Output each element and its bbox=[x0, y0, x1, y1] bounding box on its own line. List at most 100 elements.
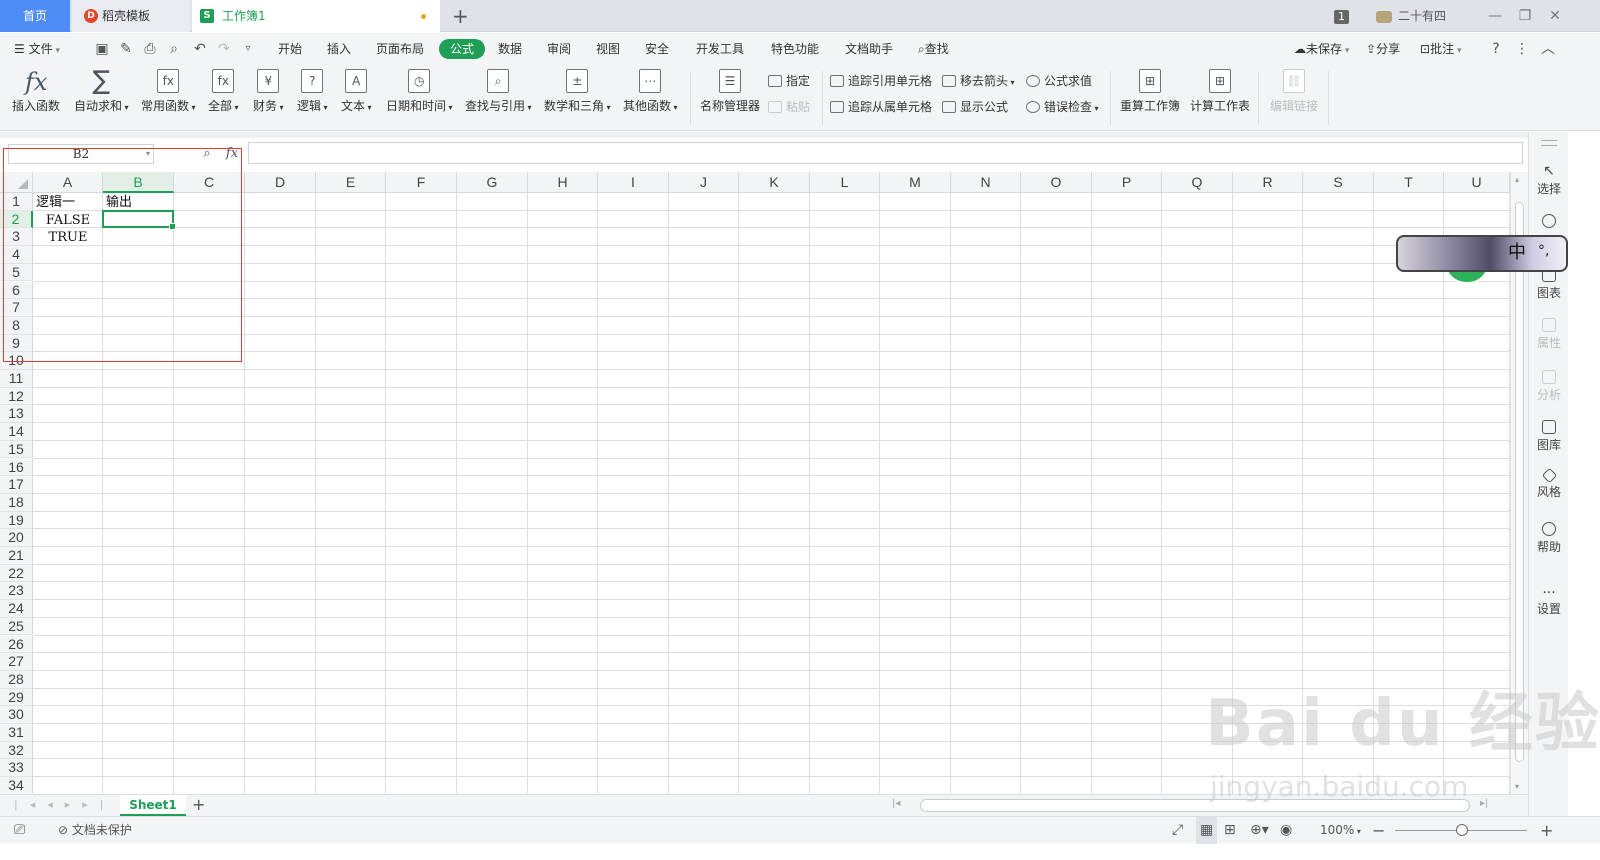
menu-security[interactable]: 安全 bbox=[645, 33, 669, 65]
zoom-in-icon[interactable]: + bbox=[1540, 817, 1553, 844]
column-header-J[interactable]: J bbox=[669, 172, 739, 193]
menu-formula[interactable]: 公式 bbox=[439, 39, 486, 59]
row-header-13[interactable]: 13 bbox=[0, 405, 33, 424]
row-header-24[interactable]: 24 bbox=[0, 600, 33, 618]
column-header-G[interactable]: G bbox=[457, 172, 528, 193]
zoom-slider-knob[interactable] bbox=[1456, 824, 1468, 836]
ime-punct-icon[interactable]: °, bbox=[1538, 243, 1549, 259]
save-icon[interactable]: ▣ bbox=[94, 41, 110, 57]
help-icon[interactable]: ? bbox=[1488, 41, 1504, 57]
row-header-12[interactable]: 12 bbox=[0, 387, 33, 406]
other-functions-button[interactable]: ⋯ 其他函数 ▾ bbox=[623, 69, 678, 114]
minimize-icon[interactable]: — bbox=[1480, 0, 1510, 32]
page-break-view-icon[interactable]: ⊞ bbox=[1224, 817, 1236, 844]
column-header-K[interactable]: K bbox=[739, 172, 810, 193]
scroll-right-icon[interactable]: ▸| bbox=[1480, 798, 1488, 809]
zoom-out-icon[interactable]: − bbox=[1372, 817, 1385, 844]
row-header-29[interactable]: 29 bbox=[0, 688, 33, 707]
side-settings[interactable]: ··· 设置 bbox=[1529, 586, 1569, 617]
insert-function-button[interactable]: fx 插入函数 bbox=[12, 69, 60, 114]
ime-floating-bar[interactable]: 中 °, bbox=[1396, 235, 1568, 272]
share-button[interactable]: ⇪分享 bbox=[1366, 33, 1400, 65]
sheet-nav-arrows-icon[interactable]: |◂◂▸▸| bbox=[14, 798, 116, 811]
customize-toolbar-icon[interactable]: ▿ bbox=[240, 41, 256, 57]
add-sheet-icon[interactable]: + bbox=[192, 795, 205, 815]
row-header-27[interactable]: 27 bbox=[0, 653, 33, 671]
row-header-17[interactable]: 17 bbox=[0, 476, 33, 494]
column-header-D[interactable]: D bbox=[245, 172, 316, 193]
recalculate-workbook-button[interactable]: ⊞ 重算工作簿 bbox=[1120, 69, 1180, 114]
row-header-32[interactable]: 32 bbox=[0, 741, 33, 760]
zoom-level[interactable]: 100% ▾ bbox=[1320, 817, 1361, 845]
window-count[interactable]: 1 bbox=[1334, 0, 1349, 32]
autosum-button[interactable]: ∑ 自动求和 ▾ bbox=[74, 68, 129, 114]
menu-doc-assistant[interactable]: 文档助手 bbox=[845, 33, 893, 65]
column-header-L[interactable]: L bbox=[810, 172, 880, 193]
text-functions-button[interactable]: A 文本 ▾ bbox=[341, 69, 372, 114]
user-account[interactable]: 二十有四 bbox=[1376, 0, 1446, 32]
eye-protect-icon[interactable]: ◉ bbox=[1280, 817, 1292, 844]
row-header-19[interactable]: 19 bbox=[0, 511, 33, 530]
tab-home[interactable]: 首页 bbox=[0, 0, 70, 32]
sheet-tab-sheet1[interactable]: Sheet1 bbox=[120, 795, 186, 816]
row-header-20[interactable]: 20 bbox=[0, 529, 33, 547]
row-header-14[interactable]: 14 bbox=[0, 423, 33, 441]
finance-functions-button[interactable]: ¥ 财务 ▾ bbox=[253, 69, 284, 114]
search-button[interactable]: ⌕查找 bbox=[918, 33, 949, 65]
print-icon[interactable]: ⎙ bbox=[142, 41, 158, 57]
comment-button[interactable]: ⊡批注 ▾ bbox=[1420, 33, 1461, 67]
redo-icon[interactable]: ↷ bbox=[216, 41, 232, 57]
column-header-T[interactable]: T bbox=[1374, 172, 1444, 193]
evaluate-formula-button[interactable]: 公式求值 bbox=[1026, 73, 1092, 89]
scroll-up-icon[interactable]: ▴ bbox=[1515, 175, 1519, 184]
calculate-sheet-button[interactable]: ⊞ 计算工作表 bbox=[1190, 69, 1250, 114]
more-icon[interactable]: ⋮ bbox=[1514, 41, 1530, 57]
row-header-34[interactable]: 34 bbox=[0, 777, 33, 794]
common-functions-button[interactable]: fx 常用函数 ▾ bbox=[141, 69, 196, 114]
side-style[interactable]: 风格 bbox=[1529, 467, 1569, 500]
macro-record-icon[interactable]: ⎚ bbox=[14, 817, 25, 844]
tab-workbook[interactable]: S 工作簿1 bbox=[192, 0, 440, 32]
row-header-26[interactable]: 26 bbox=[0, 635, 33, 654]
column-header-E[interactable]: E bbox=[316, 172, 386, 193]
file-menu[interactable]: ☰ 文件 ▾ bbox=[14, 33, 60, 67]
column-header-R[interactable]: R bbox=[1233, 172, 1303, 193]
menu-developer[interactable]: 开发工具 bbox=[696, 33, 744, 65]
collapse-ribbon-icon[interactable]: ︿ bbox=[1540, 41, 1556, 57]
side-select[interactable]: ↖ 选择 bbox=[1529, 164, 1569, 197]
formula-input[interactable] bbox=[248, 142, 1523, 164]
column-header-Q[interactable]: Q bbox=[1162, 172, 1233, 193]
row-header-18[interactable]: 18 bbox=[0, 493, 33, 512]
close-icon[interactable]: ✕ bbox=[1540, 0, 1570, 32]
scroll-down-icon[interactable]: ▾ bbox=[1515, 782, 1519, 791]
row-header-30[interactable]: 30 bbox=[0, 706, 33, 724]
column-header-M[interactable]: M bbox=[880, 172, 951, 193]
side-properties[interactable]: 属性 bbox=[1529, 318, 1569, 351]
fullscreen-icon[interactable]: ⤢ bbox=[1172, 817, 1183, 844]
undo-icon[interactable]: ↶ bbox=[192, 41, 208, 57]
lookup-functions-button[interactable]: ⌕ 查找与引用 ▾ bbox=[465, 69, 532, 114]
menu-features[interactable]: 特色功能 bbox=[771, 33, 819, 65]
scroll-left-icon[interactable]: |◂ bbox=[892, 798, 900, 809]
remove-arrows-button[interactable]: 移去箭头 ▾ bbox=[942, 73, 1015, 91]
column-header-F[interactable]: F bbox=[386, 172, 457, 193]
paste-name-button[interactable]: 粘贴 bbox=[768, 99, 810, 115]
trace-precedents-button[interactable]: 追踪引用单元格 bbox=[830, 73, 932, 89]
print-preview-icon[interactable]: ⌕ bbox=[166, 41, 182, 57]
menu-data[interactable]: 数据 bbox=[498, 33, 522, 65]
all-functions-button[interactable]: fx 全部 ▾ bbox=[208, 69, 239, 114]
row-header-31[interactable]: 31 bbox=[0, 724, 33, 742]
menu-page-layout[interactable]: 页面布局 bbox=[376, 33, 424, 65]
restore-icon[interactable]: ❐ bbox=[1510, 0, 1540, 32]
row-header-16[interactable]: 16 bbox=[0, 458, 33, 477]
normal-view-icon[interactable]: ▦ bbox=[1196, 817, 1218, 844]
assign-button[interactable]: 指定 bbox=[768, 73, 810, 89]
column-header-U[interactable]: U bbox=[1444, 172, 1510, 193]
column-header-P[interactable]: P bbox=[1092, 172, 1162, 193]
column-header-H[interactable]: H bbox=[528, 172, 598, 193]
row-header-28[interactable]: 28 bbox=[0, 670, 33, 689]
logic-functions-button[interactable]: ? 逻辑 ▾ bbox=[297, 69, 328, 114]
row-header-15[interactable]: 15 bbox=[0, 440, 33, 459]
datetime-functions-button[interactable]: ◷ 日期和时间 ▾ bbox=[386, 69, 453, 114]
menu-insert[interactable]: 插入 bbox=[327, 33, 351, 65]
